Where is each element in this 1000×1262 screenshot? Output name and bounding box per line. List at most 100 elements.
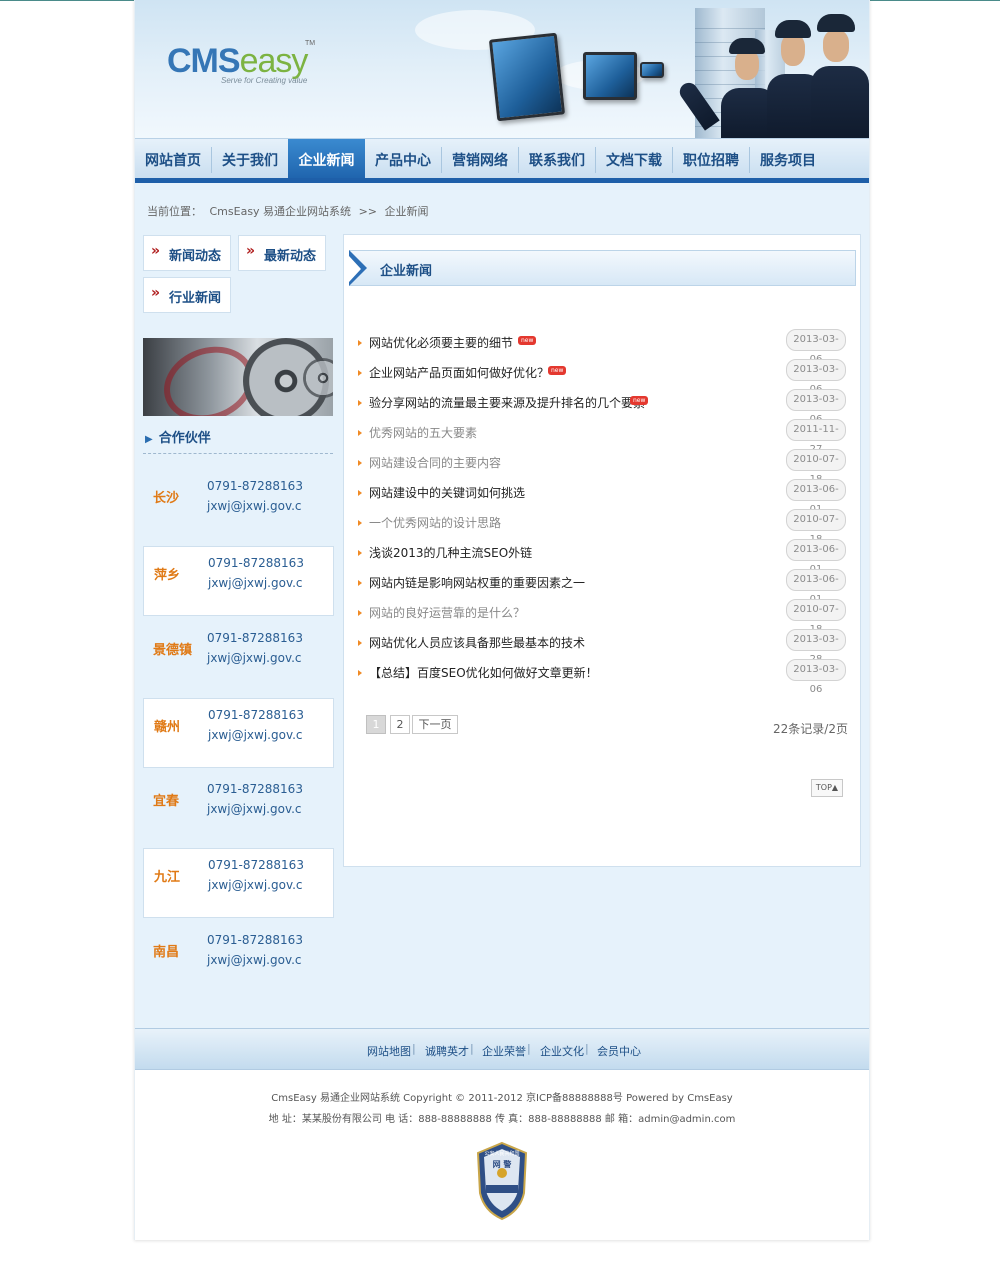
cmseasy-logo[interactable]: CMSeasy TM Serve for Creating value: [167, 40, 315, 85]
partner-city: 长沙: [153, 491, 180, 506]
news-item[interactable]: 网站内链是影响网站权重的重要因素之一 2013-06-01: [358, 569, 848, 605]
partner-email[interactable]: jxwj@jxwj.gov.c: [207, 651, 302, 665]
news-title-link[interactable]: 网站优化人员应该具备那些最基本的技术: [369, 634, 585, 651]
partner-card: 景德镇 0791-87288163 jxwj@jxwj.gov.c: [143, 622, 332, 690]
bullet-arrow-icon: [358, 490, 362, 496]
news-item[interactable]: 优秀网站的五大要素 2011-11-27: [358, 419, 848, 455]
news-date: 2013-03-06: [786, 389, 846, 425]
breadcrumb-current[interactable]: 企业新闻: [385, 205, 429, 218]
news-date: 2010-07-18: [786, 449, 846, 485]
new-badge: new: [548, 366, 567, 375]
news-title-link[interactable]: 企业网站产品页面如何做好优化？: [369, 364, 549, 381]
news-item[interactable]: 网站优化必须要主要的细节 new 2013-03-06: [358, 329, 848, 365]
partner-phone: 0791-87288163: [207, 782, 303, 796]
footer-link-culture[interactable]: 企业文化: [540, 1043, 584, 1059]
news-date: 2013-03-06: [786, 329, 846, 365]
submenu-item-latest[interactable]: » 最新动态: [238, 235, 326, 271]
new-badge: new: [630, 396, 649, 405]
partner-card: 赣州 0791-87288163 jxwj@jxwj.gov.c: [143, 698, 334, 768]
news-date: 2011-11-27: [786, 419, 846, 455]
nav-item-services[interactable]: 服务项目: [750, 139, 826, 179]
partner-card: 萍乡 0791-87288163 jxwj@jxwj.gov.c: [143, 546, 334, 616]
news-item[interactable]: 一个优秀网站的设计思路 2010-07-18: [358, 509, 848, 545]
partner-card: 长沙 0791-87288163 jxwj@jxwj.gov.c: [143, 470, 332, 538]
submenu-item-industry[interactable]: » 行业新闻: [143, 277, 231, 313]
partner-city: 南昌: [153, 945, 180, 960]
partner-email[interactable]: jxwj@jxwj.gov.c: [208, 576, 303, 590]
partner-phone: 0791-87288163: [207, 933, 303, 947]
nav-item-news[interactable]: 企业新闻: [288, 139, 365, 179]
news-item[interactable]: 网站优化人员应该具备那些最基本的技术 2013-03-28: [358, 629, 848, 665]
news-item[interactable]: 验分享网站的流量最主要来源及提升排名的几个要素new 2013-03-06: [358, 389, 848, 425]
page-2-button[interactable]: 2: [390, 715, 410, 734]
partner-email[interactable]: jxwj@jxwj.gov.c: [207, 953, 302, 967]
news-title-link[interactable]: 网站建设合同的主要内容: [369, 454, 501, 471]
news-title-link[interactable]: 优秀网站的五大要素: [369, 424, 477, 441]
footer-link-sitemap[interactable]: 网站地图: [367, 1043, 411, 1059]
news-title-link[interactable]: 【总结】百度SEO优化如何做好文章更新！: [369, 664, 598, 681]
news-title-link[interactable]: 网站建设中的关键词如何挑选: [369, 484, 525, 501]
submenu-item-news-updates[interactable]: » 新闻动态: [143, 235, 231, 271]
page-container: CMSeasy TM Serve for Creating value 网站首页…: [134, 0, 870, 1240]
news-item[interactable]: 【总结】百度SEO优化如何做好文章更新！ 2013-03-06: [358, 659, 848, 695]
header-banner: CMSeasy TM Serve for Creating value: [135, 0, 869, 138]
partner-email[interactable]: jxwj@jxwj.gov.c: [207, 499, 302, 513]
nav-item-about[interactable]: 关于我们: [212, 139, 288, 179]
breadcrumb-separator: >>: [358, 205, 377, 218]
partner-phone: 0791-87288163: [208, 708, 304, 722]
partner-city: 赣州: [154, 720, 181, 735]
nav-item-jobs[interactable]: 职位招聘: [673, 139, 749, 179]
bullet-arrow-icon: [358, 580, 362, 586]
bullet-arrow-icon: [358, 520, 362, 526]
footer-link-careers[interactable]: 诚聘英才: [425, 1043, 469, 1059]
news-date: 2013-03-06: [786, 359, 846, 395]
nav-item-network[interactable]: 营销网络: [442, 139, 518, 179]
news-title-link[interactable]: 网站的良好运营靠的是什么？: [369, 604, 525, 621]
page-1-button[interactable]: 1: [366, 715, 386, 734]
bullet-arrow-icon: [358, 460, 362, 466]
partner-email[interactable]: jxwj@jxwj.gov.c: [207, 802, 302, 816]
nav-item-products[interactable]: 产品中心: [365, 139, 441, 179]
svg-text:公安人民共和国: 公安人民共和国: [484, 1150, 519, 1157]
monitor-image: [488, 32, 566, 122]
bullet-arrow-icon: [358, 610, 362, 616]
monitor-image: [583, 52, 637, 100]
back-to-top-button[interactable]: TOP▲: [811, 779, 843, 797]
news-panel-header: 企业新闻: [349, 250, 856, 286]
partner-phone: 0791-87288163: [208, 556, 304, 570]
news-date: 2010-07-18: [786, 509, 846, 545]
police-badge-icon[interactable]: 公安人民共和国 网 警: [474, 1141, 530, 1221]
breadcrumb-home-link[interactable]: CmsEasy 易通企业网站系统: [210, 205, 352, 218]
news-title-link[interactable]: 一个优秀网站的设计思路: [369, 514, 501, 531]
partner-email[interactable]: jxwj@jxwj.gov.c: [208, 728, 303, 742]
address-text: 地 址：某某股份有限公司 电 话：888-88888888 传 真：888-88…: [268, 1114, 736, 1125]
nav-item-downloads[interactable]: 文档下载: [596, 139, 672, 179]
news-panel-title: 企业新闻: [380, 264, 433, 279]
bullet-arrow-icon: [358, 370, 362, 376]
news-item[interactable]: 企业网站产品页面如何做好优化？new 2013-03-06: [358, 359, 848, 395]
footer-link-members[interactable]: 会员中心: [597, 1043, 641, 1059]
news-item[interactable]: 浅谈2013的几种主流SEO外链 2013-06-01: [358, 539, 848, 575]
partners-heading: ▶ 合作伙伴: [145, 431, 211, 446]
footer-link-honors[interactable]: 企业荣誉: [482, 1043, 526, 1059]
double-chevron-icon: »: [246, 243, 256, 259]
main-nav: 网站首页 关于我们 企业新闻 产品中心 营销网络 联系我们 文档下载 职位招聘 …: [135, 138, 869, 179]
nav-item-home[interactable]: 网站首页: [135, 139, 211, 179]
partner-phone: 0791-87288163: [207, 631, 303, 645]
news-item[interactable]: 网站建设中的关键词如何挑选 2013-06-01: [358, 479, 848, 515]
bullet-arrow-icon: [358, 400, 362, 406]
news-title-link[interactable]: 网站内链是影响网站权重的重要因素之一: [369, 574, 585, 591]
partner-email[interactable]: jxwj@jxwj.gov.c: [208, 878, 303, 892]
news-date: 2013-03-06: [786, 659, 846, 695]
next-page-button[interactable]: 下一页: [412, 715, 458, 734]
nav-item-contact[interactable]: 联系我们: [519, 139, 595, 179]
partner-phone: 0791-87288163: [208, 858, 304, 872]
news-item[interactable]: 网站建设合同的主要内容 2010-07-18: [358, 449, 848, 485]
news-title-link[interactable]: 验分享网站的流量最主要来源及提升排名的几个要素: [369, 394, 645, 411]
bullet-arrow-icon: [358, 670, 362, 676]
news-item[interactable]: 网站的良好运营靠的是什么？ 2010-07-18: [358, 599, 848, 635]
partner-city: 九江: [154, 870, 181, 885]
partner-card: 宜春 0791-87288163 jxwj@jxwj.gov.c: [143, 773, 332, 841]
news-title-link[interactable]: 网站优化必须要主要的细节: [369, 334, 513, 351]
news-title-link[interactable]: 浅谈2013的几种主流SEO外链: [369, 544, 532, 561]
